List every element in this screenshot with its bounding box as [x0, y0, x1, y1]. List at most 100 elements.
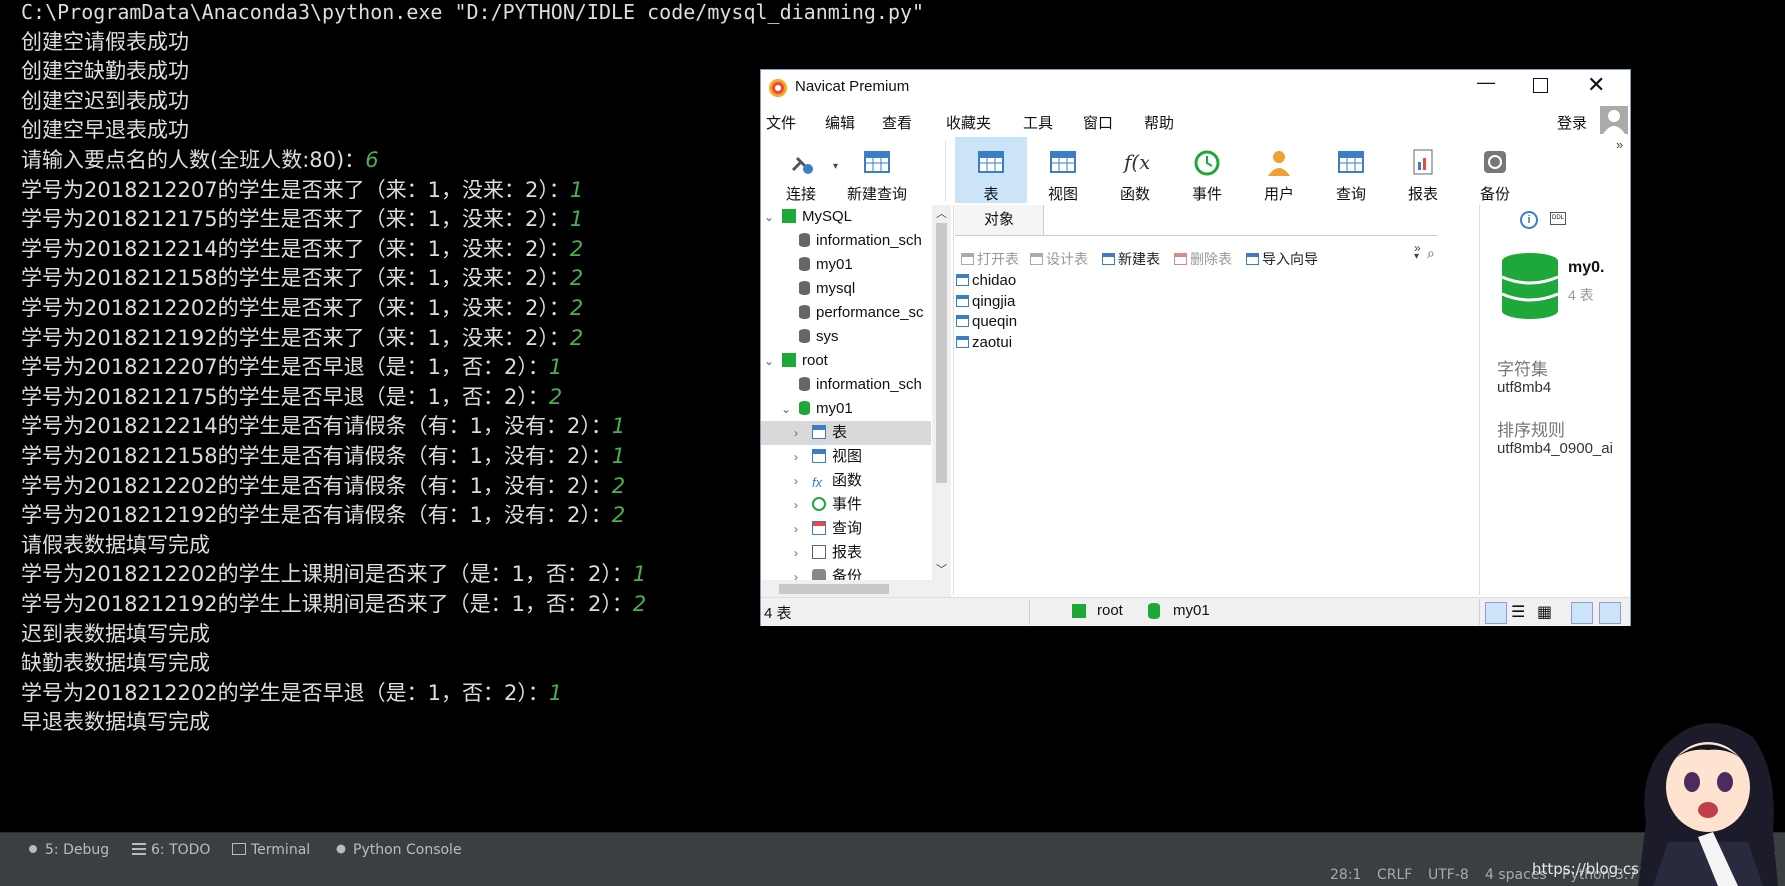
maximize-button[interactable] — [1533, 78, 1548, 93]
toolbar-more-icon[interactable]: » — [1616, 137, 1623, 152]
menu-item[interactable]: 帮助 — [1144, 112, 1174, 133]
expand-toggle-icon[interactable]: › — [794, 493, 806, 517]
menu-item[interactable]: 窗口 — [1083, 112, 1113, 133]
console-line-text: 缺勤表数据填写完成 — [21, 651, 210, 676]
minimize-button[interactable]: — — [1477, 72, 1495, 93]
tree-item-report[interactable]: › 报表 — [794, 541, 862, 565]
menu-item[interactable]: 文件 — [766, 112, 796, 133]
menu-item[interactable]: 查看 — [882, 112, 912, 133]
database-status-icon — [1148, 603, 1160, 619]
tree-item-db[interactable]: sys — [781, 325, 839, 349]
navicat-status-bar: 4 表 root my01 ☰ ▦ — [761, 597, 1630, 626]
connect-dropdown-icon[interactable]: ▾ — [833, 161, 838, 172]
tree-item-db[interactable]: performance_sc — [781, 301, 924, 325]
user-input: 1 — [611, 414, 626, 439]
toggle-right-panel-icon[interactable] — [1599, 602, 1621, 624]
view-list-icon[interactable]: ☰ — [1511, 602, 1531, 622]
expand-toggle-icon[interactable]: ⌄ — [764, 349, 776, 373]
terminal-tab[interactable]: Terminal — [232, 839, 310, 861]
toolbar-function-button[interactable]: f(x) 函数 — [1099, 137, 1171, 203]
user-input: 6 — [365, 148, 379, 172]
tree-item-conn[interactable]: ⌄ MySQL — [764, 205, 852, 229]
report-icon — [1413, 149, 1433, 175]
todo-tab[interactable]: 6: TODO — [132, 839, 210, 861]
toggle-left-panel-icon[interactable] — [1571, 602, 1593, 624]
menu-item[interactable]: 编辑 — [825, 112, 855, 133]
tree-item-label: 视图 — [832, 448, 863, 465]
python-console-tab[interactable]: Python Console — [334, 839, 462, 861]
toolbar-user-button[interactable]: 用户 — [1243, 137, 1315, 203]
tool-window-bar: 5: Debug 6: TODO Terminal Python Console — [0, 832, 1785, 865]
user-input: 1 — [569, 207, 584, 232]
ddl-icon[interactable]: DDL — [1550, 212, 1566, 225]
tab-objects[interactable]: 对象 — [955, 205, 1044, 235]
login-link[interactable]: 登录 — [1557, 112, 1587, 133]
tree-item-view[interactable]: › 视图 — [794, 445, 862, 469]
line-separator[interactable]: CRLF — [1377, 864, 1412, 886]
toolbar-view-button[interactable]: 视图 — [1027, 137, 1099, 203]
expand-toggle-icon[interactable]: › — [794, 445, 806, 469]
charset-label: 字符集 — [1497, 360, 1548, 379]
expand-toggle-icon[interactable]: › — [794, 421, 806, 445]
toolbar-plug-button[interactable]: 连接 — [765, 137, 837, 203]
table-item[interactable]: queqin — [956, 312, 1017, 332]
table-item[interactable]: chidao — [956, 271, 1016, 291]
tree-item-query[interactable]: › 查询 — [794, 517, 862, 541]
svg-text:f(x): f(x) — [1122, 150, 1149, 174]
plug-icon — [791, 156, 813, 174]
tree-item-db[interactable]: my01 — [781, 253, 853, 277]
toolbar-report-button[interactable]: 报表 — [1387, 137, 1459, 203]
open-table-button[interactable]: 打开表 — [961, 248, 1019, 270]
encoding[interactable]: UTF-8 — [1428, 864, 1469, 886]
design-table-button[interactable]: 设计表 — [1030, 248, 1088, 270]
table-item[interactable]: qingjia — [956, 292, 1015, 312]
table-icon — [812, 425, 826, 439]
import-wizard-button[interactable]: 导入向导 — [1246, 248, 1318, 270]
toolbar-query-button[interactable]: 查询 — [1315, 137, 1387, 203]
tree-item-func[interactable]: › fx 函数 — [794, 469, 862, 493]
debug-tab[interactable]: 5: Debug — [26, 839, 109, 861]
tree-item-db[interactable]: mysql — [781, 277, 855, 301]
menu-item[interactable]: 工具 — [1023, 112, 1053, 133]
view-detail-icon[interactable]: ▦ — [1537, 602, 1557, 622]
toolbar-table-button[interactable]: 表 — [955, 137, 1027, 203]
terminal-icon — [232, 843, 246, 855]
new-table-button[interactable]: 新建表 — [1102, 248, 1160, 270]
search-icon[interactable]: ⌕ — [1427, 245, 1435, 262]
toolbar-event-clock-button[interactable]: 事件 — [1171, 137, 1243, 203]
table-icon — [956, 274, 969, 286]
avatar[interactable] — [1600, 106, 1628, 134]
expand-toggle-icon[interactable]: › — [794, 469, 806, 493]
menu-item[interactable]: 收藏夹 — [946, 112, 991, 133]
dropdown-arrow-icon[interactable]: ▾ — [1414, 251, 1419, 262]
tree-item-table[interactable]: › 表 — [761, 421, 931, 445]
function-icon: f(x) — [1122, 150, 1149, 174]
expand-toggle-icon[interactable]: › — [794, 541, 806, 565]
close-button[interactable]: ✕ — [1587, 72, 1605, 98]
menu-bar: 文件 编辑 查看 收藏夹 工具 窗口 帮助 — [761, 105, 1630, 137]
tree-vertical-scrollbar[interactable]: ︿ ﹀ — [932, 205, 951, 580]
tree-item-db[interactable]: information_sch — [781, 373, 922, 397]
tree-item-db[interactable]: information_sch — [781, 229, 922, 253]
tree-item-event[interactable]: › 事件 — [794, 493, 862, 517]
console-line-text: 学号为2018212207的学生是否早退（是：1，否：2）： — [21, 355, 549, 380]
view-grid-icon[interactable] — [1485, 602, 1507, 624]
toolbar-new-query-button[interactable]: 新建查询 — [841, 137, 913, 203]
tree-horizontal-scrollbar[interactable] — [761, 580, 951, 597]
console-line-text: 创建空迟到表成功 — [21, 88, 189, 113]
table-name: zaotui — [972, 333, 1013, 351]
table-item[interactable]: zaotui — [956, 333, 1012, 353]
expand-toggle-icon[interactable]: ⌄ — [781, 397, 793, 421]
expand-toggle-icon[interactable]: › — [794, 517, 806, 541]
tree-item-conn[interactable]: ⌄ root — [764, 349, 828, 373]
tree-item-db-open[interactable]: ⌄ my01 — [781, 397, 853, 421]
info-icon[interactable]: i — [1520, 211, 1538, 229]
console-line-text: 请输入要点名的人数(全班人数:80)： — [21, 148, 366, 172]
delete-table-button[interactable]: 删除表 — [1174, 248, 1232, 270]
cursor-position[interactable]: 28:1 — [1330, 864, 1361, 886]
toolbar-backup-button[interactable]: 备份 — [1459, 137, 1531, 203]
console-line: 早退表数据填写完成 — [21, 705, 210, 739]
user-input: 2 — [632, 592, 647, 616]
connection-icon — [782, 209, 796, 223]
expand-toggle-icon[interactable]: ⌄ — [764, 205, 776, 229]
